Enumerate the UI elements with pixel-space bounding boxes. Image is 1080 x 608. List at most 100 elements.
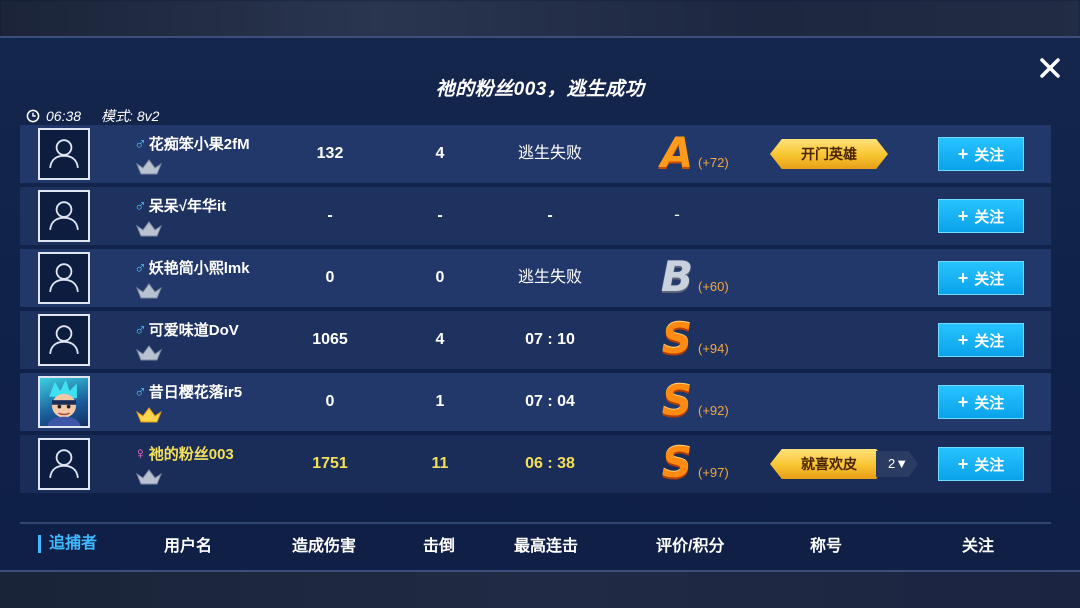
plus-icon: + [957,268,969,288]
player-name: ♂ 呆呆√年华it [134,195,226,216]
title-count-dropdown[interactable]: 2▼ [876,451,918,477]
follow-label: 关注 [974,208,1005,226]
damage-value: 0 [325,269,335,286]
follow-label: 关注 [974,394,1005,412]
streak-value: 逃生失败 [517,145,582,162]
player-row: ♂ 昔日樱花落ir5 0 1 07 : 04 S (+92) + 关注 [20,373,1051,431]
knockdown-value: - [437,207,443,224]
follow-label: 关注 [974,332,1005,350]
rank-badge-icon [135,406,163,424]
tab-hunter[interactable]: 追捕者 [38,535,97,553]
grade-letter: S [661,376,693,425]
grade-points: (+94) [698,341,729,356]
match-result-title: 祂的粉丝003，逃生成功 [435,79,645,100]
bottom-backdrop [0,572,1080,608]
rank-badge-icon [135,220,163,238]
footer-divider [20,522,1051,524]
plus-icon: + [957,454,969,474]
grade-letter: S [661,438,693,487]
player-name: ♂ 昔日樱花落ir5 [134,381,242,402]
match-time: 06:38 [46,108,82,124]
rank-badge-icon [135,344,163,362]
follow-label: 关注 [974,270,1005,288]
follow-button[interactable]: + 关注 [938,261,1024,295]
grade-letter: B [660,252,693,301]
column-title: 称号 [810,538,843,555]
follow-button[interactable]: + 关注 [938,447,1024,481]
knockdown-value: 0 [435,269,445,286]
grade-letter: S [661,314,693,363]
column-username: 用户名 [164,538,213,555]
player-row: ♂ 呆呆√年华it - - - - + 关注 [20,187,1051,245]
player-avatar[interactable] [38,376,90,428]
player-row: ♂ 花痴笨小果2fM 132 4 逃生失败 A (+72) 开门英雄 + 关注 [20,125,1051,183]
damage-value: 132 [316,145,344,162]
player-name: ♂ 可爱味道DoV [134,319,239,340]
column-knockdowns: 击倒 [423,538,456,555]
knockdown-value: 1 [435,393,445,410]
grade-points: (+97) [698,465,729,480]
follow-button[interactable]: + 关注 [938,385,1024,419]
match-meta: 06:38 模式: 8v2 [26,106,159,126]
default-avatar-icon[interactable] [38,314,90,366]
female-icon: ♀ [134,443,147,463]
player-name: ♂ 妖艳简小熙lmk [134,257,250,278]
title-badge[interactable]: 开门英雄 [770,139,888,169]
plus-icon: + [957,330,969,350]
grade-letter: - [674,205,680,224]
streak-value: 逃生失败 [517,269,582,286]
default-avatar-icon[interactable] [38,190,90,242]
username: 昔日樱花落ir5 [148,384,243,401]
title-badge[interactable]: 就喜欢皮 [770,449,888,479]
column-follow: 关注 [962,538,995,555]
male-icon: ♂ [134,257,147,277]
follow-label: 关注 [974,456,1005,474]
grade-points: (+60) [698,279,729,294]
male-icon: ♂ [134,381,147,401]
player-name: ♀ 祂的粉丝003 [134,443,234,464]
player-row: ♂ 妖艳简小熙lmk 0 0 逃生失败 B (+60) + 关注 [20,249,1051,307]
plus-icon: + [957,392,969,412]
username: 可爱味道DoV [148,322,239,339]
username: 花痴笨小果2fM [148,136,250,153]
damage-value: 1065 [312,331,348,348]
rank-badge-icon [135,468,163,486]
follow-label: 关注 [974,146,1005,164]
plus-icon: + [957,206,969,226]
column-grade: 评价/积分 [656,538,725,555]
knockdown-value: 4 [435,331,445,348]
player-row: ♂ 可爱味道DoV 1065 4 07 : 10 S (+94) + 关注 [20,311,1051,369]
male-icon: ♂ [134,195,147,215]
streak-value: 07 : 04 [525,393,575,410]
top-backdrop [0,0,1080,38]
clock-icon [26,109,40,123]
username: 妖艳简小熙lmk [148,260,250,277]
knockdown-value: 4 [435,145,445,162]
default-avatar-icon[interactable] [38,438,90,490]
default-avatar-icon[interactable] [38,252,90,304]
default-avatar-icon[interactable] [38,128,90,180]
column-damage: 造成伤害 [292,538,357,555]
match-mode: 模式: 8v2 [101,108,160,124]
grade-points: (+92) [698,403,729,418]
damage-value: 0 [325,393,335,410]
rank-badge-icon [135,158,163,176]
column-header-bar: 追捕者 用户名 造成伤害 击倒 最高连击 评价/积分 称号 关注 [0,530,1080,558]
follow-button[interactable]: + 关注 [938,137,1024,171]
streak-value: - [547,207,553,224]
rank-badge-icon [135,282,163,300]
damage-value: - [327,207,333,224]
streak-value: 06 : 38 [525,455,575,472]
column-streak: 最高连击 [514,538,579,555]
grade-letter: A [660,128,694,177]
male-icon: ♂ [134,133,147,153]
player-name: ♂ 花痴笨小果2fM [134,133,250,154]
follow-button[interactable]: + 关注 [938,323,1024,357]
username: 呆呆√年华it [148,198,227,215]
follow-button[interactable]: + 关注 [938,199,1024,233]
male-icon: ♂ [134,319,147,339]
damage-value: 1751 [312,455,348,472]
plus-icon: + [957,144,969,164]
knockdown-value: 11 [431,455,449,472]
player-row: ♀ 祂的粉丝003 1751 11 06 : 38 S (+97) 就喜欢皮 2▼ + 关注 [20,435,1051,493]
